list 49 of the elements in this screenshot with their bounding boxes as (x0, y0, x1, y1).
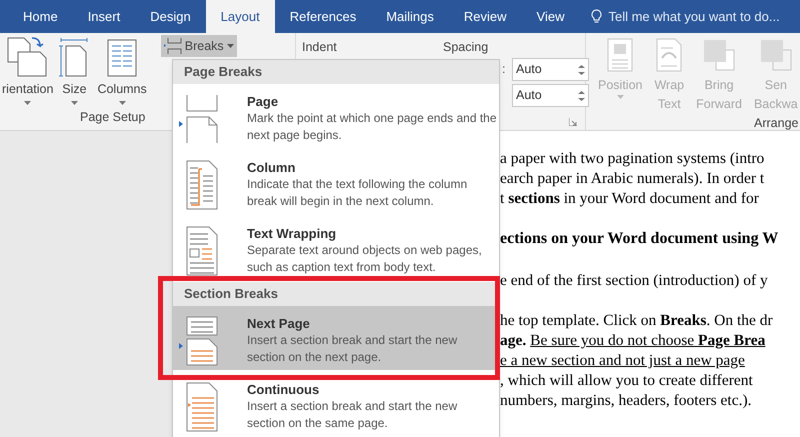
ribbon-tab[interactable]: Mailings (371, 0, 449, 33)
document-text: e end of the first section (introduction) of y (500, 272, 768, 289)
group-label: Page Setup (80, 109, 146, 126)
group-label: Arrange (754, 114, 798, 132)
menu-section-header: Page Breaks (173, 60, 499, 84)
menu-item[interactable]: Column Indicate that the text following the column break will begin in the next column. (173, 150, 499, 214)
document-text: t sections in your Word document and for (500, 190, 759, 207)
indent-label: Indent (302, 39, 337, 56)
document-text: numbers, margins, headers, footers etc.). (500, 392, 752, 409)
caret-icon (226, 44, 234, 48)
spin-arrows-icon (578, 64, 585, 76)
document-text: a paper with two pagination systems (intro (500, 150, 764, 167)
spin-arrows-icon (578, 90, 585, 102)
breaks-button[interactable]: Breaks (160, 35, 237, 57)
search-field[interactable]: Tell me what you want to do... (608, 6, 788, 26)
spacing-label: Spacing (443, 39, 488, 56)
bring-forward-icon (702, 38, 736, 72)
field-label: : (502, 61, 506, 78)
caret-icon (70, 100, 78, 105)
spin-field[interactable]: Auto (512, 84, 589, 107)
ribbon-button[interactable]: Size (55, 36, 94, 108)
ribbon-tab[interactable]: View (522, 0, 580, 33)
ribbon-tab[interactable]: Layout (206, 0, 275, 33)
document-text: he top template. Click on Breaks. On the dr (500, 312, 773, 329)
page-size-icon (59, 36, 90, 78)
document-text: earch paper in Arabic numerals). In order t (500, 170, 764, 187)
ribbon-button[interactable]: Columns (93, 36, 151, 108)
caret-icon (24, 100, 32, 105)
wrap-text-icon (656, 38, 682, 72)
ribbon-button[interactable]: rientation (0, 36, 56, 108)
caret-icon (616, 94, 624, 99)
dialog-launcher-icon[interactable] (569, 118, 577, 126)
ribbon-tab[interactable]: References (274, 0, 372, 33)
menu-item[interactable]: Page Mark the point at which one page ends and the next page begins. (173, 84, 499, 148)
breaks-icon (164, 38, 182, 54)
document-text: age. Be sure you do not choose Page Brea (500, 332, 766, 349)
document-text: , which will allow you to create different (500, 372, 753, 389)
position-icon (607, 38, 634, 72)
ribbon-tab[interactable]: Review (448, 0, 522, 33)
ribbon-tab[interactable]: Insert (72, 0, 136, 33)
ribbon-tab[interactable]: Design (135, 0, 206, 33)
send-backward-icon (758, 38, 793, 72)
document-text: e a new section and not just a new page (500, 352, 745, 369)
ribbon-tab[interactable]: Home (8, 0, 73, 33)
spin-field[interactable]: Auto (512, 58, 589, 81)
lightbulb-icon (591, 9, 602, 24)
caret-icon (118, 100, 126, 105)
menu-item[interactable]: Continuous Insert a section break and start the new section on the same page. (173, 372, 499, 436)
document-text: ections on your Word document using W (500, 230, 778, 247)
